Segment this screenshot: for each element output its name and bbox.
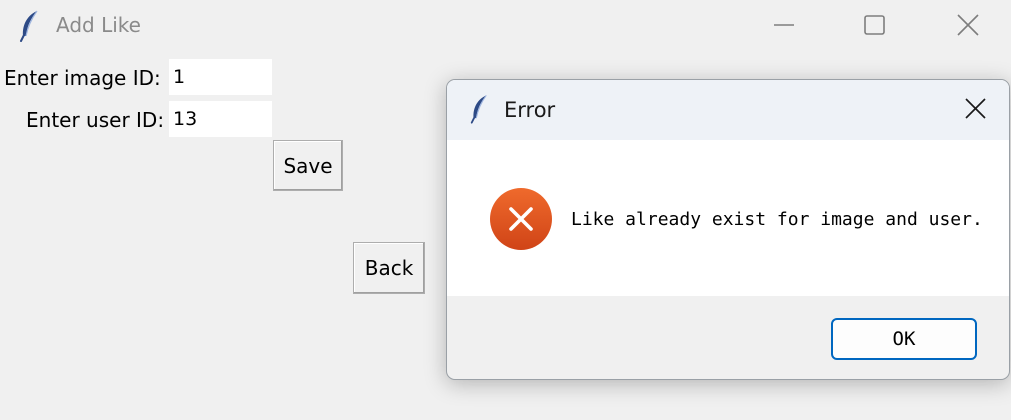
image-id-input[interactable] bbox=[169, 59, 272, 95]
user-id-label: Enter user ID: bbox=[26, 108, 165, 132]
feather-icon bbox=[20, 10, 38, 42]
title-bar: Add Like bbox=[0, 0, 1011, 52]
minimize-icon bbox=[774, 24, 794, 26]
user-id-input[interactable] bbox=[169, 101, 272, 137]
error-x-icon bbox=[490, 188, 552, 250]
feather-icon bbox=[470, 95, 487, 124]
close-button[interactable] bbox=[944, 8, 990, 42]
back-button[interactable]: Back bbox=[353, 242, 425, 294]
image-id-label: Enter image ID: bbox=[4, 66, 161, 90]
ok-button[interactable]: OK bbox=[831, 318, 977, 360]
dialog-close-button[interactable] bbox=[955, 92, 995, 126]
close-icon bbox=[965, 98, 986, 119]
dialog-title-bar: Error bbox=[447, 80, 1009, 140]
error-dialog: Error Like already exist for image and u… bbox=[446, 79, 1010, 380]
dialog-title: Error bbox=[504, 98, 556, 122]
maximize-icon bbox=[864, 15, 885, 35]
save-button[interactable]: Save bbox=[273, 140, 343, 191]
window-title: Add Like bbox=[56, 13, 141, 37]
dialog-body: Like already exist for image and user. bbox=[447, 140, 1009, 296]
error-message: Like already exist for image and user. bbox=[571, 209, 983, 230]
close-icon bbox=[957, 14, 979, 36]
maximize-button[interactable] bbox=[852, 8, 898, 42]
minimize-button[interactable] bbox=[762, 8, 808, 42]
